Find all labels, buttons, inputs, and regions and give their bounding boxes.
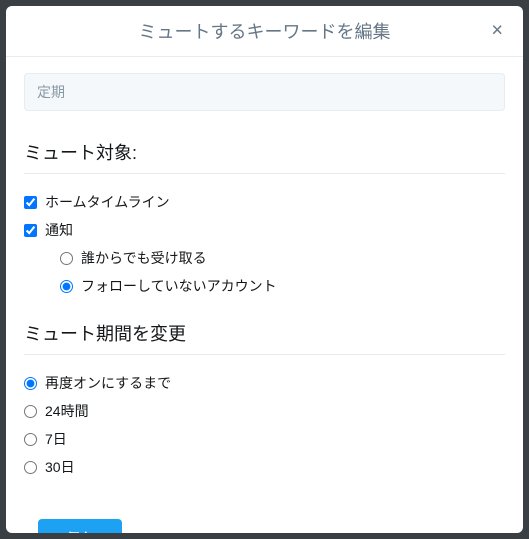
duration-week-radio[interactable] bbox=[24, 433, 37, 446]
duration-day-radio[interactable] bbox=[24, 405, 37, 418]
mute-keyword-modal: ミュートするキーワードを編集 × ミュート対象: ホームタイムライン 通知 誰か… bbox=[6, 6, 523, 533]
notifications-checkbox[interactable] bbox=[24, 224, 37, 237]
duration-forever-option: 再度オンにするまで bbox=[24, 373, 505, 393]
from-not-following-radio[interactable] bbox=[60, 280, 73, 293]
mute-duration-title: ミュート期間を変更 bbox=[24, 320, 505, 346]
close-button[interactable]: × bbox=[483, 16, 511, 47]
duration-forever-radio[interactable] bbox=[24, 377, 37, 390]
duration-week-option: 7日 bbox=[24, 429, 505, 449]
notifications-option: 通知 bbox=[24, 220, 505, 240]
notifications-label[interactable]: 通知 bbox=[45, 220, 73, 240]
from-not-following-label[interactable]: フォローしていないアカウント bbox=[81, 276, 277, 296]
from-anyone-option: 誰からでも受け取る bbox=[60, 248, 505, 268]
modal-header: ミュートするキーワードを編集 × bbox=[6, 6, 523, 57]
mute-target-title: ミュート対象: bbox=[24, 139, 505, 165]
close-icon: × bbox=[491, 20, 503, 42]
duration-day-option: 24時間 bbox=[24, 401, 505, 421]
notification-from-options: 誰からでも受け取る フォローしていないアカウント bbox=[60, 248, 505, 296]
keyword-input[interactable] bbox=[24, 73, 505, 111]
modal-body: ミュート対象: ホームタイムライン 通知 誰からでも受け取る フォローしていない… bbox=[6, 57, 523, 533]
mute-target-section: ミュート対象: ホームタイムライン 通知 誰からでも受け取る フォローしていない… bbox=[24, 139, 505, 296]
divider bbox=[24, 173, 505, 174]
duration-month-option: 30日 bbox=[24, 457, 505, 477]
from-anyone-label[interactable]: 誰からでも受け取る bbox=[81, 248, 207, 268]
duration-month-radio[interactable] bbox=[24, 461, 37, 474]
duration-forever-label[interactable]: 再度オンにするまで bbox=[45, 373, 171, 393]
duration-week-label[interactable]: 7日 bbox=[45, 429, 67, 449]
home-timeline-checkbox[interactable] bbox=[24, 196, 37, 209]
from-not-following-option: フォローしていないアカウント bbox=[60, 276, 505, 296]
duration-month-label[interactable]: 30日 bbox=[45, 457, 75, 477]
from-anyone-radio[interactable] bbox=[60, 252, 73, 265]
divider bbox=[24, 354, 505, 355]
home-timeline-option: ホームタイムライン bbox=[24, 192, 505, 212]
mute-duration-section: ミュート期間を変更 再度オンにするまで 24時間 7日 30日 bbox=[24, 320, 505, 477]
modal-title: ミュートするキーワードを編集 bbox=[139, 22, 391, 42]
duration-day-label[interactable]: 24時間 bbox=[45, 401, 89, 421]
home-timeline-label[interactable]: ホームタイムライン bbox=[45, 192, 170, 212]
save-button[interactable]: 保存 bbox=[38, 519, 122, 533]
